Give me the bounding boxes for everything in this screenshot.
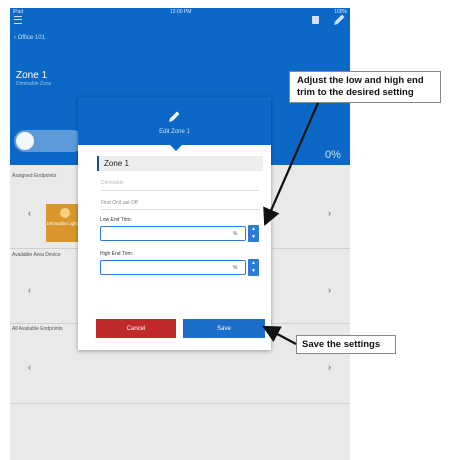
callout-arrows — [262, 102, 320, 345]
trim-callout-arrow — [263, 102, 320, 227]
save-callout-arrow — [262, 325, 297, 345]
